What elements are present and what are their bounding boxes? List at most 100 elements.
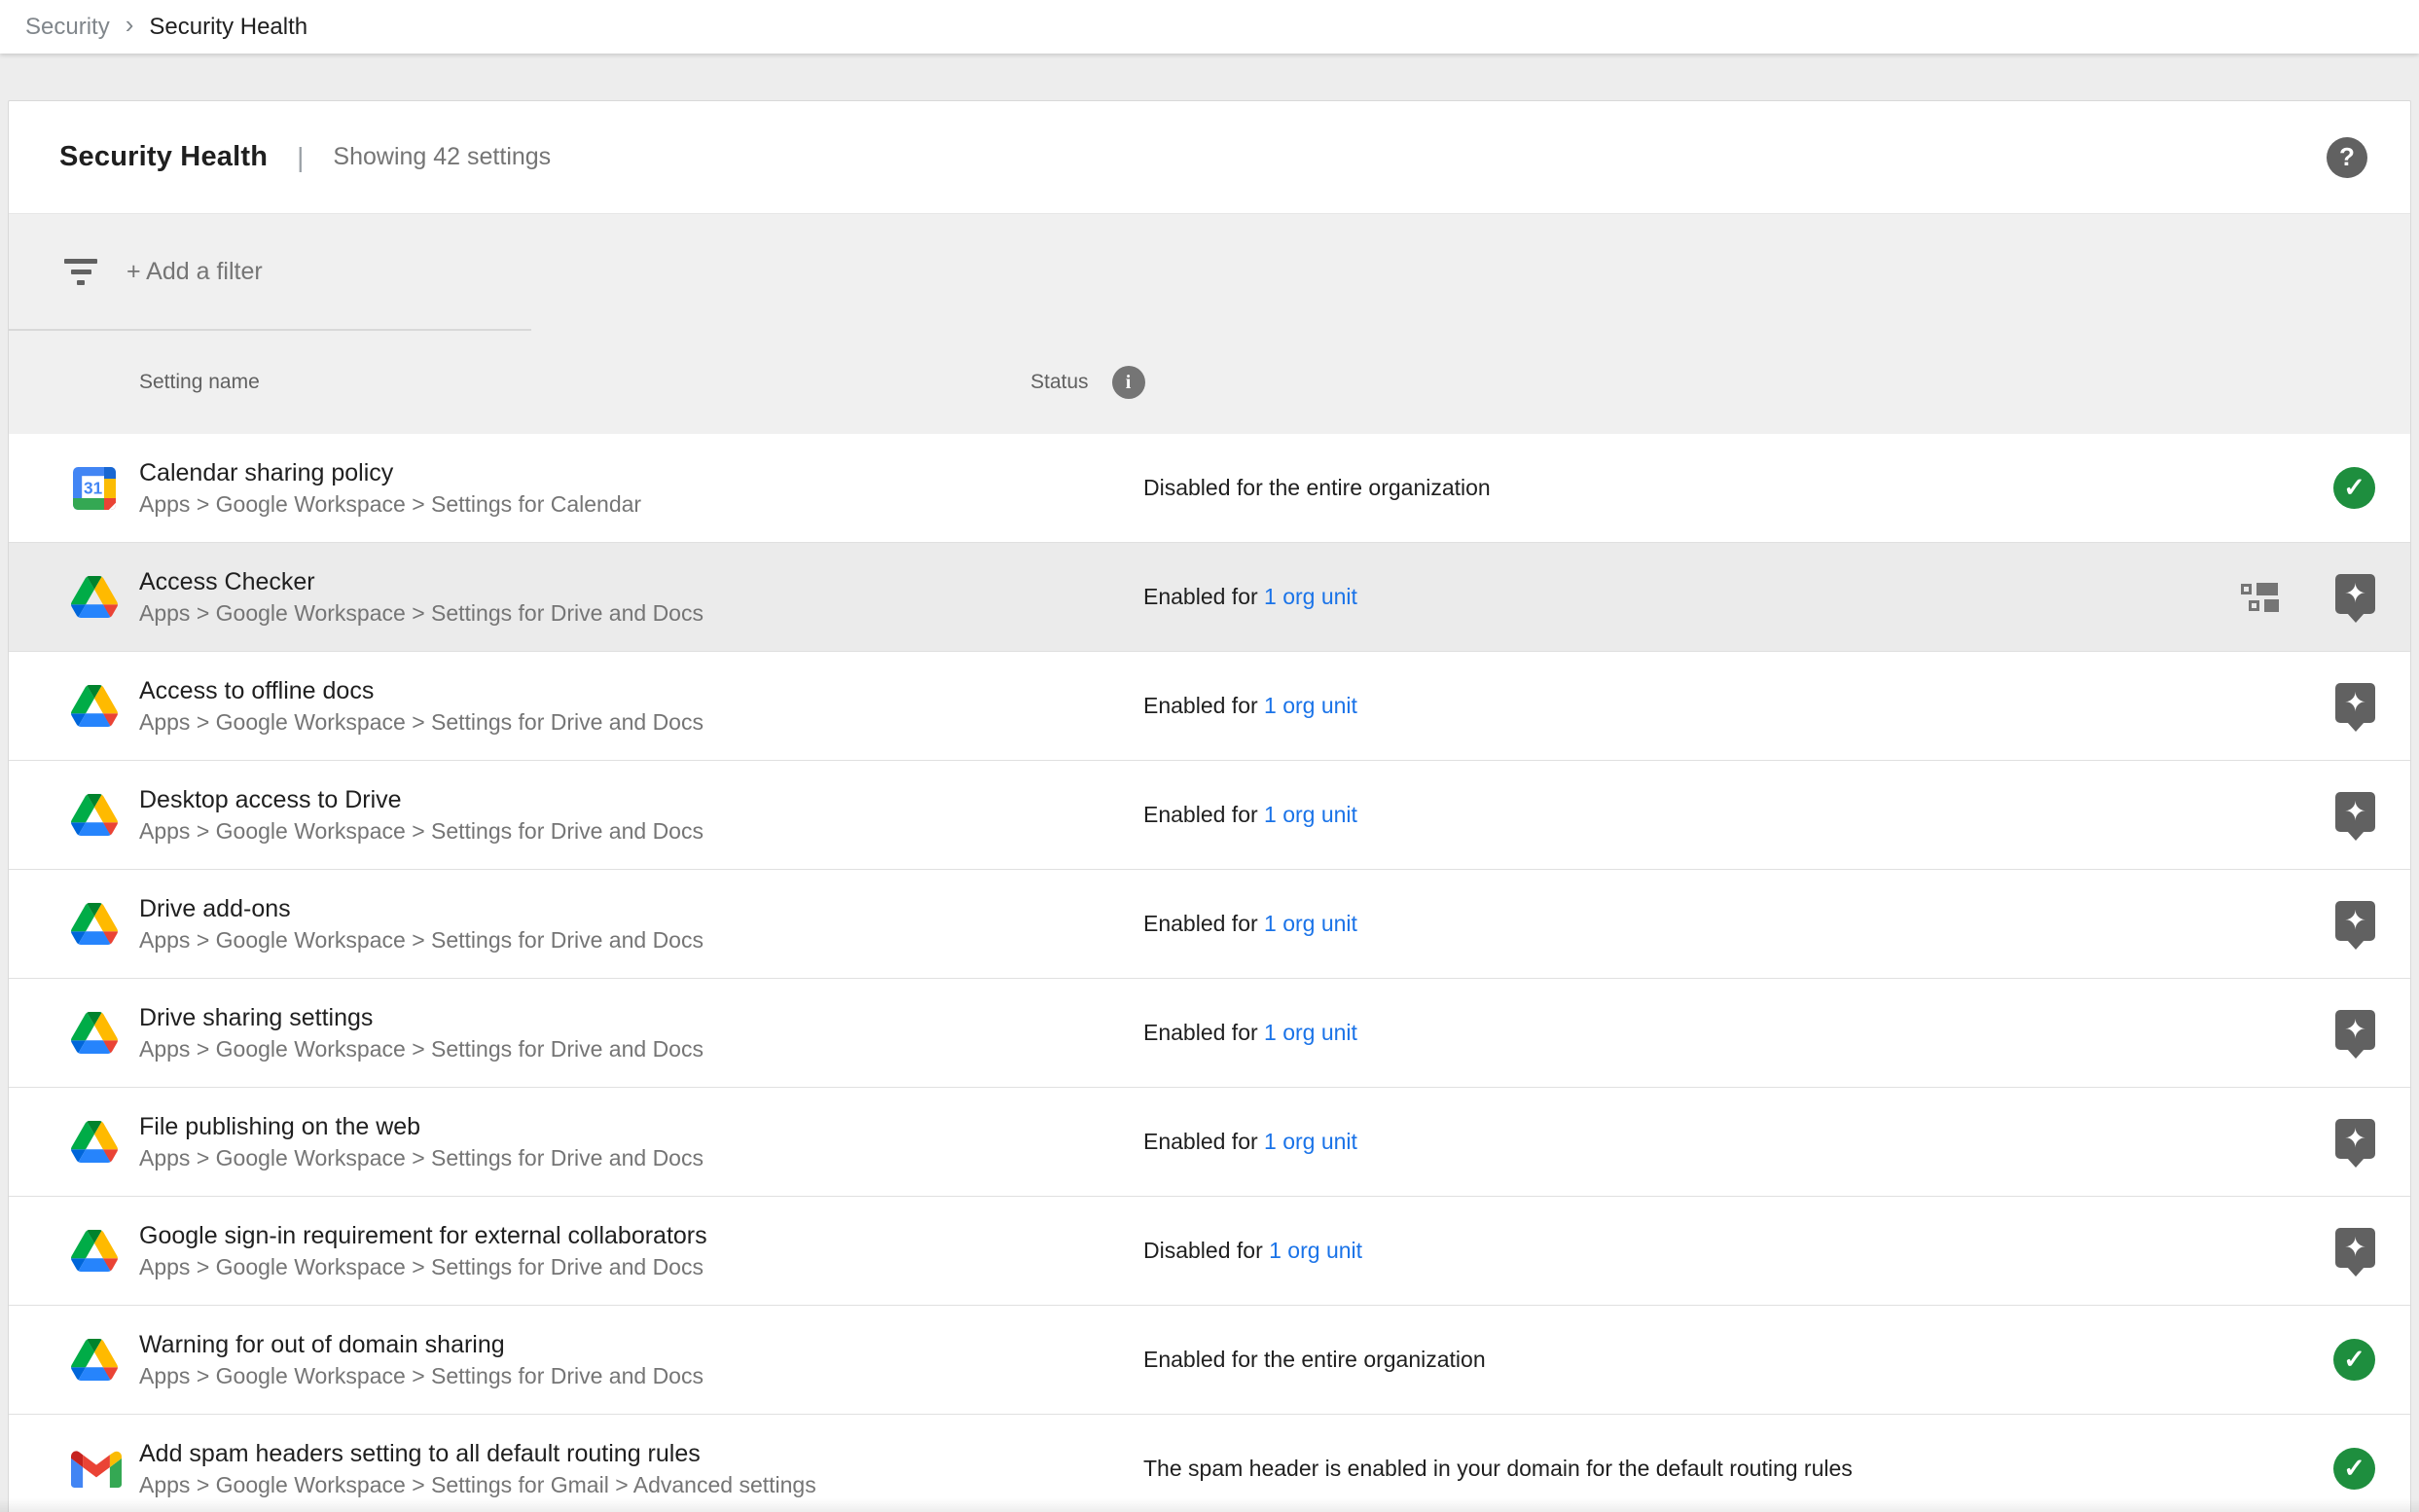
table-row[interactable]: 31 Calendar sharing policy Apps > Google… — [9, 434, 2410, 543]
setting-name: Google sign-in requirement for external … — [139, 1219, 1143, 1252]
status-ok-check-icon: ✓ — [2333, 467, 2375, 509]
status-cell: Enabled for 1 org unit — [1143, 1129, 1357, 1155]
breadcrumb: Security › Security Health — [0, 0, 2419, 54]
calendar-icon: 31 — [71, 464, 122, 513]
recommendation-flag-icon[interactable]: ✦ — [2335, 1010, 2375, 1050]
setting-cell: Access to offline docs Apps > Google Wor… — [139, 674, 1143, 738]
setting-path: Apps > Google Workspace > Settings for D… — [139, 707, 1143, 738]
status-cell: Enabled for 1 org unit — [1143, 911, 1357, 937]
status-cell: Enabled for 1 org unit — [1143, 693, 1357, 719]
drive-icon — [71, 1227, 122, 1276]
setting-name: Access to offline docs — [139, 674, 1143, 707]
table-row[interactable]: Warning for out of domain sharing Apps >… — [9, 1306, 2410, 1415]
drive-icon — [71, 573, 122, 622]
status-text: Enabled for — [1143, 911, 1264, 936]
setting-name: Drive sharing settings — [139, 1001, 1143, 1034]
trailing-icons: ✓ ✦ — [2335, 1125, 2375, 1159]
status-cell: Enabled for 1 org unit — [1143, 1020, 1357, 1046]
breadcrumb-parent-link[interactable]: Security — [25, 14, 110, 41]
table-row[interactable]: Drive add-ons Apps > Google Workspace > … — [9, 870, 2410, 979]
setting-cell: Add spam headers setting to all default … — [139, 1437, 1143, 1500]
recommendation-flag-icon[interactable]: ✦ — [2335, 574, 2375, 614]
filter-bar[interactable]: + Add a filter — [9, 214, 2410, 329]
drive-icon — [71, 791, 122, 840]
setting-path: Apps > Google Workspace > Settings for D… — [139, 598, 1143, 629]
drive-icon — [71, 1009, 122, 1058]
trailing-icons: ✓ ✦ — [2335, 689, 2375, 723]
status-text: Disabled for — [1143, 1238, 1269, 1263]
security-health-card: Security Health | Showing 42 settings ? … — [8, 100, 2411, 1512]
setting-path: Apps > Google Workspace > Settings for D… — [139, 925, 1143, 955]
status-org-unit-link[interactable]: 1 org unit — [1264, 1129, 1357, 1154]
table-row[interactable]: File publishing on the web Apps > Google… — [9, 1088, 2410, 1197]
table-row[interactable]: Google sign-in requirement for external … — [9, 1197, 2410, 1306]
card-header: Security Health | Showing 42 settings ? — [9, 101, 2410, 213]
drive-icon — [71, 1336, 122, 1385]
chevron-right-icon: › — [126, 10, 134, 40]
filter-icon — [64, 259, 97, 285]
setting-name: Drive add-ons — [139, 892, 1143, 925]
svg-text:31: 31 — [84, 478, 103, 497]
status-cell: Enabled for 1 org unit — [1143, 802, 1357, 828]
table-row[interactable]: Access Checker Apps > Google Workspace >… — [9, 543, 2410, 652]
info-icon[interactable]: i — [1112, 366, 1145, 399]
recommendation-flag-icon[interactable]: ✦ — [2335, 792, 2375, 832]
setting-name: Access Checker — [139, 565, 1143, 598]
recommendation-flag-icon[interactable]: ✦ — [2335, 1119, 2375, 1159]
recommendation-flag-icon[interactable]: ✦ — [2335, 901, 2375, 941]
trailing-icons: ✓ ✦ — [2333, 1339, 2375, 1381]
gmail-icon — [71, 1445, 122, 1494]
status-org-unit-link[interactable]: 1 org unit — [1264, 1020, 1357, 1045]
status-cell: Enabled for the entire organization — [1143, 1347, 1486, 1373]
table-row[interactable]: Drive sharing settings Apps > Google Wor… — [9, 979, 2410, 1088]
table-row[interactable]: Desktop access to Drive Apps > Google Wo… — [9, 761, 2410, 870]
setting-path: Apps > Google Workspace > Settings for D… — [139, 1252, 1143, 1282]
table-row[interactable]: Access to offline docs Apps > Google Wor… — [9, 652, 2410, 761]
status-org-unit-link[interactable]: 1 org unit — [1269, 1238, 1362, 1263]
trailing-icons: ✓ ✦ — [2335, 1234, 2375, 1268]
status-org-unit-link[interactable]: 1 org unit — [1264, 584, 1357, 609]
title-divider: | — [297, 142, 304, 173]
settings-count: Showing 42 settings — [333, 143, 551, 171]
setting-path: Apps > Google Workspace > Settings for D… — [139, 1034, 1143, 1064]
recommendation-flag-icon[interactable]: ✦ — [2335, 1228, 2375, 1268]
status-text: Enabled for — [1143, 802, 1264, 827]
setting-cell: Warning for out of domain sharing Apps >… — [139, 1328, 1143, 1391]
recommendation-flag-icon[interactable]: ✦ — [2335, 683, 2375, 723]
trailing-icons: ✓ ✦ — [2335, 1016, 2375, 1050]
trailing-icons: ✓ ✦ — [2335, 907, 2375, 941]
help-icon[interactable]: ? — [2327, 137, 2367, 178]
page-title: Security Health — [59, 141, 268, 173]
add-filter-button[interactable]: + Add a filter — [126, 258, 263, 286]
setting-path: Apps > Google Workspace > Settings for C… — [139, 489, 1143, 520]
table-row[interactable]: Add spam headers setting to all default … — [9, 1415, 2410, 1512]
drive-icon — [71, 682, 122, 731]
setting-cell: Drive add-ons Apps > Google Workspace > … — [139, 892, 1143, 955]
status-cell: Enabled for 1 org unit — [1143, 584, 1357, 610]
filter-and-header-band: + Add a filter Setting name Status i — [9, 213, 2410, 434]
setting-cell: File publishing on the web Apps > Google… — [139, 1110, 1143, 1173]
status-column-label: Status — [1030, 371, 1089, 394]
status-org-unit-link[interactable]: 1 org unit — [1264, 802, 1357, 827]
setting-cell: Google sign-in requirement for external … — [139, 1219, 1143, 1282]
setting-cell: Desktop access to Drive Apps > Google Wo… — [139, 783, 1143, 846]
status-org-unit-link[interactable]: 1 org unit — [1264, 693, 1357, 718]
status-cell: Disabled for 1 org unit — [1143, 1238, 1362, 1264]
status-text: Enabled for — [1143, 1129, 1264, 1154]
trailing-icons: ✓ ✦ — [2333, 467, 2375, 509]
setting-path: Apps > Google Workspace > Settings for D… — [139, 816, 1143, 846]
setting-path: Apps > Google Workspace > Settings for D… — [139, 1143, 1143, 1173]
setting-cell: Access Checker Apps > Google Workspace >… — [139, 565, 1143, 629]
setting-name: File publishing on the web — [139, 1110, 1143, 1143]
trailing-icons: ✓ ✦ — [2241, 580, 2375, 614]
status-cell: The spam header is enabled in your domai… — [1143, 1456, 1853, 1482]
status-text: The spam header is enabled in your domai… — [1143, 1456, 1853, 1481]
setting-name: Calendar sharing policy — [139, 456, 1143, 489]
org-units-icon[interactable] — [2241, 583, 2279, 612]
status-text: Enabled for — [1143, 584, 1264, 609]
status-column-header: Status i — [1030, 366, 1145, 399]
setting-name: Add spam headers setting to all default … — [139, 1437, 1143, 1470]
breadcrumb-current: Security Health — [149, 14, 307, 41]
status-ok-check-icon: ✓ — [2333, 1339, 2375, 1381]
status-org-unit-link[interactable]: 1 org unit — [1264, 911, 1357, 936]
